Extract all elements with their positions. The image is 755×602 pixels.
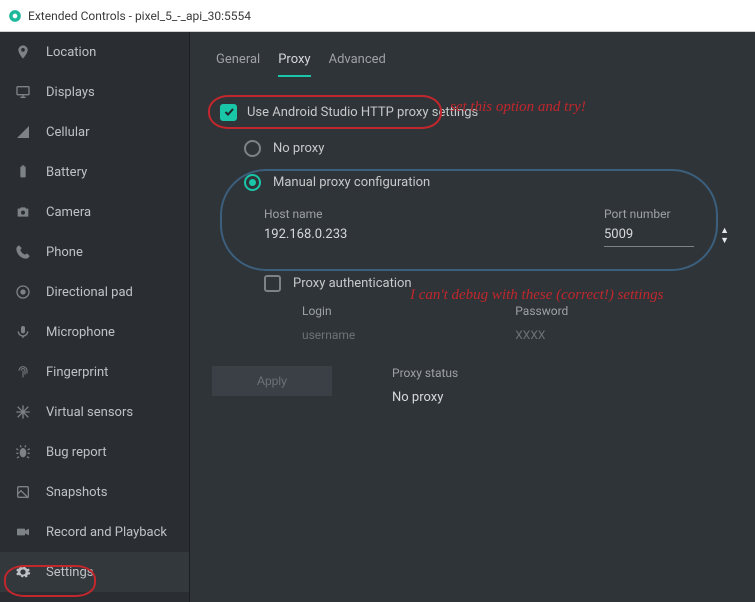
tabs: General Proxy Advanced [212,44,735,77]
mic-icon [14,323,32,341]
sidebar-item-fingerprint[interactable]: Fingerprint [0,352,189,392]
sidebar-item-cellular[interactable]: Cellular [0,112,189,152]
sidebar-item-label: Phone [46,245,83,260]
host-input[interactable]: 192.168.0.233 [264,227,584,246]
password-label: Password [515,304,568,318]
sidebar-item-label: Record and Playback [46,525,167,540]
camera-icon [14,203,32,221]
sidebar-item-label: Bug report [46,445,107,460]
record-icon [14,523,32,541]
password-input[interactable]: XXXX [515,328,568,342]
app-icon [8,9,22,23]
no-proxy-radio[interactable] [244,140,261,157]
sidebar-item-label: Camera [46,205,91,220]
port-stepper[interactable]: ▲ ▼ [720,227,729,245]
tab-advanced[interactable]: Advanced [329,48,386,77]
sidebar-item-microphone[interactable]: Microphone [0,312,189,352]
sensors-icon [14,403,32,421]
bug-icon [14,443,32,461]
proxy-auth-checkbox[interactable] [264,275,281,292]
snapshot-icon [14,483,32,501]
sidebar-item-label: Snapshots [46,485,108,500]
main-panel: General Proxy Advanced Use Android Studi… [190,32,755,602]
sidebar-item-label: Cellular [46,125,89,140]
manual-proxy-label: Manual proxy configuration [273,175,430,190]
sidebar-item-location[interactable]: Location [0,32,189,72]
sidebar-item-label: Fingerprint [46,365,108,380]
port-label: Port number [604,207,694,221]
login-input[interactable]: username [302,328,355,342]
login-label: Login [302,304,355,318]
apply-button[interactable]: Apply [212,366,332,396]
fingerprint-icon [14,363,32,381]
window-title: Extended Controls - pixel_5_-_api_30:555… [28,9,251,23]
stepper-down-icon[interactable]: ▼ [720,237,729,245]
use-studio-proxy-label: Use Android Studio HTTP proxy settings [247,105,478,120]
sidebar-item-displays[interactable]: Displays [0,72,189,112]
sidebar: Location Displays Cellular Battery Camer… [0,32,190,602]
sidebar-item-label: Directional pad [46,285,133,300]
proxy-status-value: No proxy [392,390,458,405]
stepper-up-icon[interactable]: ▲ [720,227,729,235]
sidebar-item-camera[interactable]: Camera [0,192,189,232]
sidebar-item-battery[interactable]: Battery [0,152,189,192]
sidebar-item-label: Location [46,45,96,60]
window-titlebar: Extended Controls - pixel_5_-_api_30:555… [0,0,755,32]
displays-icon [14,83,32,101]
host-label: Host name [264,207,584,221]
use-studio-proxy-checkbox[interactable] [220,104,237,121]
sidebar-item-label: Virtual sensors [46,405,133,420]
sidebar-item-sensors[interactable]: Virtual sensors [0,392,189,432]
no-proxy-label: No proxy [273,141,324,156]
tab-general[interactable]: General [216,48,260,77]
proxy-auth-label: Proxy authentication [293,276,412,291]
location-icon [14,43,32,61]
sidebar-item-bugreport[interactable]: Bug report [0,432,189,472]
sidebar-item-label: Microphone [46,325,115,340]
sidebar-item-phone[interactable]: Phone [0,232,189,272]
sidebar-item-snapshots[interactable]: Snapshots [0,472,189,512]
battery-icon [14,163,32,181]
phone-icon [14,243,32,261]
sidebar-item-label: Settings [46,565,93,580]
dpad-icon [14,283,32,301]
sidebar-item-record[interactable]: Record and Playback [0,512,189,552]
gear-icon [14,563,32,581]
sidebar-item-label: Battery [46,165,87,180]
sidebar-item-settings[interactable]: Settings [0,552,189,592]
proxy-status-label: Proxy status [392,366,458,380]
manual-proxy-radio[interactable] [244,174,261,191]
sidebar-item-dpad[interactable]: Directional pad [0,272,189,312]
port-input[interactable]: 5009 [604,227,694,247]
cellular-icon [14,123,32,141]
tab-proxy[interactable]: Proxy [278,48,310,77]
sidebar-item-label: Displays [46,85,95,100]
